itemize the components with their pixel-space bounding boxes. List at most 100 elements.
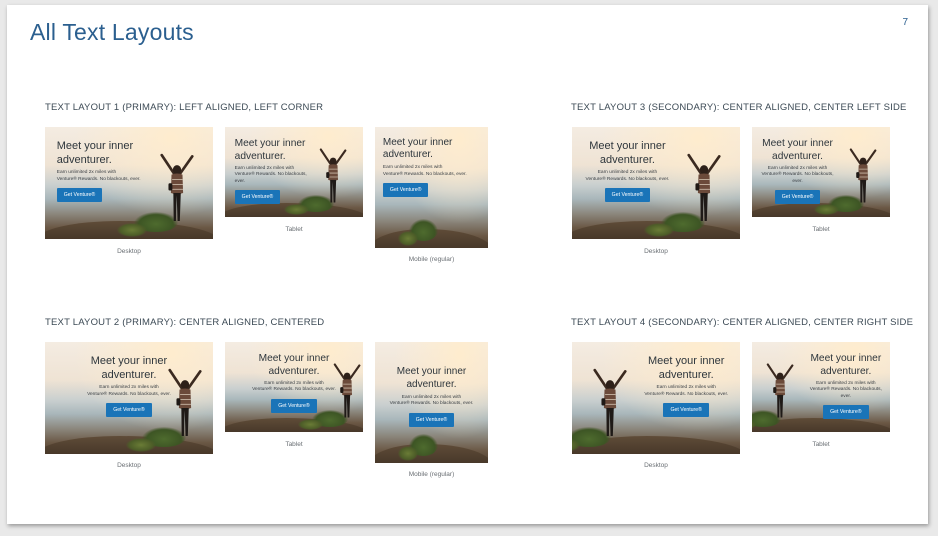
caption-mobile: Mobile (regular) — [408, 256, 455, 263]
ad-headline: Meet your inner adventurer. — [383, 366, 480, 392]
ad-subtext: Earn unlimited 2x miles with Venture® Re… — [70, 385, 188, 398]
ad-message: Meet your inner adventurer. Earn unlimit… — [56, 139, 158, 203]
get-venture-button[interactable]: Get Venture® — [408, 412, 455, 427]
ad-headline: Meet your inner adventurer. — [756, 137, 839, 163]
caption-tablet: Tablet — [285, 226, 303, 233]
person-arms-raised-image — [843, 147, 882, 206]
section-title-layout-2: TEXT LAYOUT 2 (PRIMARY): CENTER ALIGNED,… — [45, 317, 325, 328]
ad-subtext-line-2: Venture® Rewards. No blackouts, ever. — [234, 172, 307, 184]
ad-message: Meet your inner adventurer. Earn unlimit… — [383, 366, 480, 427]
ad-message: Meet your inner adventurer. Earn unlimit… — [804, 352, 887, 420]
ad-subtext-line-2: Venture® Rewards. No blackouts, ever. — [389, 401, 474, 407]
get-venture-button[interactable]: Get Venture® — [234, 190, 281, 205]
ad-subtext-line-1: Earn unlimited 2x miles with — [234, 165, 295, 171]
ad-message: Meet your inner adventurer. Earn unlimit… — [234, 137, 318, 205]
ad-subtext: Earn unlimited 2x miles with Venture® Re… — [246, 381, 343, 394]
ad-headline: Meet your inner adventurer. — [636, 354, 737, 382]
bush-foliage — [117, 223, 148, 237]
section-title-layout-4: TEXT LAYOUT 4 (SECONDARY): CENTER ALIGNE… — [571, 317, 914, 328]
ad-headline-line-2: adventurer. — [658, 369, 714, 382]
ad-subtext-line-2: Venture® Rewards. No blackouts, ever. — [56, 176, 141, 182]
ad-headline: Meet your inner adventurer. — [246, 352, 343, 378]
ad-subtext-line-1: Earn unlimited 2x miles with — [264, 380, 324, 386]
ad-headline-line-2: adventurer. — [56, 154, 112, 167]
ad-subtext-line-2: Venture® Rewards. No blackouts, ever. — [382, 171, 467, 177]
ad-subtext-line-2: Venture® Rewards. No blackouts, ever. — [87, 391, 171, 397]
person-arms-raised-image — [152, 152, 201, 226]
page-title: All Text Layouts — [30, 19, 194, 45]
ad-message: Meet your inner adventurer. Earn unlimit… — [70, 354, 188, 418]
ad-headline-line-1: Meet your inner — [648, 355, 725, 368]
get-venture-button[interactable]: Get Venture® — [604, 188, 651, 203]
ad-message: Meet your inner adventurer. Earn unlimit… — [577, 139, 678, 203]
ad-subtext-line-2: Venture® Rewards. No blackouts, ever. — [252, 387, 336, 393]
ad-preview-l4-desktop: Meet your inner adventurer. Earn unlimit… — [572, 342, 740, 454]
ad-headline-line-1: Meet your inner — [396, 366, 467, 378]
section-title-layout-3: TEXT LAYOUT 3 (SECONDARY): CENTER ALIGNE… — [571, 102, 907, 113]
ad-subtext-line-2: Venture® Rewards. No blackouts, ever. — [585, 176, 670, 182]
get-venture-button[interactable]: Get Venture® — [271, 398, 317, 413]
ad-subtext-line-1: Earn unlimited 2x miles with — [56, 170, 117, 176]
get-venture-button[interactable]: Get Venture® — [823, 405, 869, 420]
caption-desktop: Desktop — [117, 248, 141, 255]
caption-desktop: Desktop — [117, 462, 141, 469]
ad-subtext-line-1: Earn unlimited 2x miles with — [382, 165, 443, 171]
ad-message: Meet your inner adventurer. Earn unlimit… — [246, 352, 343, 413]
get-venture-button[interactable]: Get Venture® — [382, 183, 429, 198]
get-venture-button[interactable]: Get Venture® — [56, 188, 103, 203]
ad-subtext: Earn unlimited 2x miles with Venture® Re… — [577, 170, 678, 183]
ad-subtext-line-2: Venture® Rewards. No blackouts, ever. — [809, 387, 882, 399]
ad-preview-l2-tablet: Meet your inner adventurer. Earn unlimit… — [225, 342, 363, 432]
ad-subtext: Earn unlimited 2x miles with Venture® Re… — [804, 381, 887, 400]
ad-preview-l2-mobile: Meet your inner adventurer. Earn unlimit… — [375, 342, 488, 463]
ad-headline: Meet your inner adventurer. — [383, 137, 480, 163]
ad-headline: Meet your inner adventurer. — [577, 139, 678, 167]
ad-preview-l3-desktop: Meet your inner adventurer. Earn unlimit… — [572, 127, 740, 239]
ad-subtext: Earn unlimited 2x miles with Venture® Re… — [636, 385, 737, 398]
bush-foliage — [397, 446, 418, 461]
ad-headline: Meet your inner adventurer. — [804, 352, 887, 378]
ad-headline-line-2: adventurer. — [268, 365, 320, 377]
ad-headline-line-1: Meet your inner — [382, 136, 453, 148]
ad-subtext: Earn unlimited 2x miles with Venture® Re… — [383, 395, 480, 408]
person-arms-raised-image — [313, 147, 352, 206]
ad-subtext: Earn unlimited 2x miles with Venture® Re… — [57, 170, 158, 183]
ad-headline-line-2: adventurer. — [101, 369, 157, 382]
caption-tablet: Tablet — [812, 441, 830, 448]
caption-desktop: Desktop — [644, 248, 668, 255]
ad-headline-line-1: Meet your inner — [589, 140, 666, 153]
ad-headline-line-1: Meet your inner — [90, 355, 168, 368]
get-venture-button[interactable]: Get Venture® — [774, 190, 821, 205]
ad-preview-l1-tablet: Meet your inner adventurer. Earn unlimit… — [225, 127, 363, 217]
ad-headline-line-1: Meet your inner — [762, 137, 833, 149]
ad-headline-line-1: Meet your inner — [234, 137, 306, 149]
bush-foliage — [125, 438, 156, 452]
ad-subtext-line-1: Earn unlimited 2x miles with — [767, 165, 828, 171]
caption-tablet: Tablet — [285, 441, 303, 448]
ad-headline: Meet your inner adventurer. — [235, 137, 318, 163]
ad-subtext-line-2: Venture® Rewards. No blackouts, ever. — [644, 391, 729, 397]
ad-message: Meet your inner adventurer. Earn unlimit… — [636, 354, 737, 418]
ad-headline: Meet your inner adventurer. — [70, 354, 188, 382]
ad-headline-line-1: Meet your inner — [810, 352, 882, 364]
get-venture-button[interactable]: Get Venture® — [663, 403, 709, 418]
ad-headline-line-2: adventurer. — [382, 149, 433, 161]
ad-message: Meet your inner adventurer. Earn unlimit… — [382, 137, 480, 198]
get-venture-button[interactable]: Get Venture® — [106, 403, 152, 418]
ad-preview-l4-tablet: Meet your inner adventurer. Earn unlimit… — [752, 342, 890, 432]
bush-foliage — [644, 223, 675, 237]
ad-subtext-line-1: Earn unlimited 2x miles with — [656, 385, 716, 391]
ad-headline-line-1: Meet your inner — [56, 140, 134, 153]
person-arms-raised-image — [585, 367, 634, 441]
ad-preview-l1-mobile: Meet your inner adventurer. Earn unlimit… — [375, 127, 488, 248]
ad-subtext: Earn unlimited 2x miles with Venture® Re… — [756, 166, 839, 185]
bush-foliage — [397, 231, 418, 246]
person-arms-raised-image — [760, 362, 799, 421]
ad-subtext-line-1: Earn unlimited 2x miles with — [597, 170, 658, 176]
ad-subtext-line-1: Earn unlimited 2x miles with — [816, 380, 876, 386]
ad-subtext-line-1: Earn unlimited 2x miles with — [99, 385, 159, 391]
ad-headline-line-2: adventurer. — [406, 378, 457, 390]
ad-headline-line-2: adventurer. — [820, 365, 872, 377]
ad-preview-l1-desktop: Meet your inner adventurer. Earn unlimit… — [45, 127, 213, 239]
caption-tablet: Tablet — [812, 226, 830, 233]
